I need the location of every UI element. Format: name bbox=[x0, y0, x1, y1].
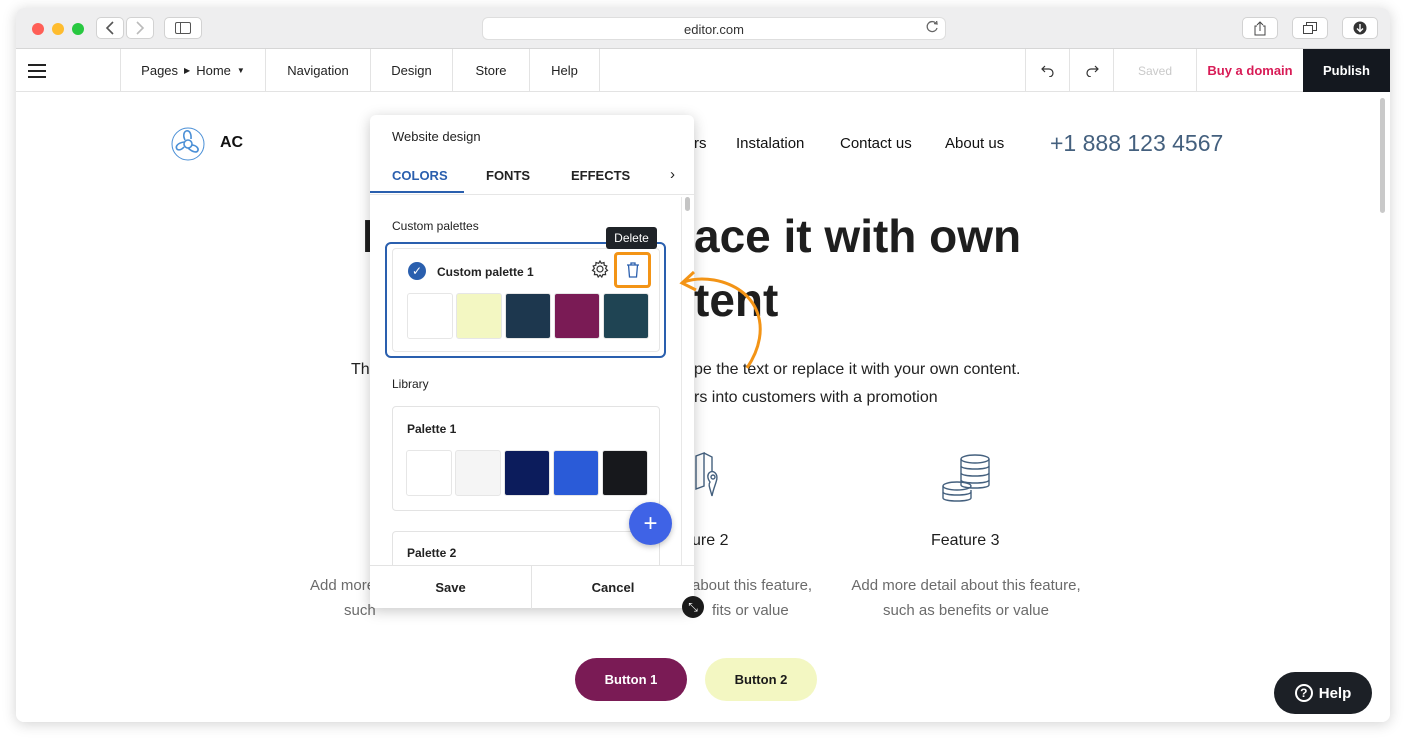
tab-colors[interactable]: COLORS bbox=[392, 168, 448, 183]
cancel-button[interactable]: Cancel bbox=[532, 566, 694, 609]
website-design-panel: Website design COLORS FONTS EFFECTS › Cu… bbox=[370, 115, 694, 609]
swatch bbox=[554, 293, 600, 339]
panel-footer: Save Cancel bbox=[370, 565, 694, 609]
feature-2-title: ure 2 bbox=[692, 532, 729, 549]
tab-fonts[interactable]: FONTS bbox=[486, 168, 530, 183]
add-palette-button[interactable]: + bbox=[629, 502, 672, 545]
sidebar-icon[interactable] bbox=[164, 17, 202, 39]
custom-palettes-heading: Custom palettes bbox=[392, 219, 479, 233]
reload-icon[interactable] bbox=[925, 20, 939, 37]
tabs-next-icon[interactable]: › bbox=[670, 166, 675, 183]
tab-navigation[interactable]: Navigation bbox=[266, 49, 371, 92]
swatch bbox=[504, 450, 550, 496]
browser-chrome: editor.com bbox=[16, 8, 1390, 49]
publish-button[interactable]: Publish bbox=[1303, 49, 1390, 92]
swatch bbox=[455, 450, 501, 496]
swatch bbox=[406, 450, 452, 496]
panel-scroll-track bbox=[681, 197, 682, 567]
buy-domain-button[interactable]: Buy a domain bbox=[1196, 49, 1303, 92]
swatch bbox=[407, 293, 453, 339]
breadcrumb-arrow-icon: ▶ bbox=[184, 66, 191, 75]
tab-design[interactable]: Design bbox=[371, 49, 453, 92]
panel-title: Website design bbox=[392, 129, 481, 144]
logo-icon[interactable] bbox=[168, 124, 208, 169]
url-text: editor.com bbox=[684, 22, 744, 37]
forward-icon[interactable] bbox=[126, 17, 154, 39]
palette-1-card[interactable]: Palette 1 bbox=[392, 406, 660, 511]
page-scrollbar[interactable] bbox=[1380, 98, 1385, 213]
minimize-window-button[interactable] bbox=[52, 23, 64, 35]
feature-3-desc-line2: such as benefits or value bbox=[883, 602, 1049, 619]
phone-number[interactable]: +1 888 123 4567 bbox=[1050, 130, 1223, 157]
button-2[interactable]: Button 2 bbox=[705, 658, 817, 701]
map-pin-icon bbox=[694, 451, 724, 505]
trash-icon bbox=[626, 262, 639, 278]
logo-text: AC bbox=[220, 134, 244, 151]
coins-icon bbox=[940, 454, 992, 509]
library-heading: Library bbox=[392, 377, 429, 391]
panel-scrollbar[interactable] bbox=[685, 197, 690, 211]
subtitle-left-fragment: Th bbox=[351, 361, 370, 378]
feature-1-desc-line1: Add more bbox=[310, 577, 376, 594]
pages-dropdown[interactable]: Pages ▶ Home ▼ bbox=[121, 49, 266, 92]
subtitle-line2: rs into customers with a promotion bbox=[694, 389, 938, 406]
gear-icon[interactable] bbox=[591, 259, 609, 283]
feature-2-desc-line2: fits or value bbox=[712, 602, 789, 619]
help-button-label: Help bbox=[1318, 684, 1352, 702]
swatch bbox=[456, 293, 502, 339]
palette-2-name: Palette 2 bbox=[407, 546, 457, 560]
swatch bbox=[505, 293, 551, 339]
nav-item-about[interactable]: About us bbox=[945, 135, 1004, 152]
palette-2-card[interactable]: Palette 2 bbox=[392, 531, 660, 565]
active-tab-indicator bbox=[370, 191, 464, 193]
annotation-arrow bbox=[679, 270, 762, 369]
swatch bbox=[603, 293, 649, 339]
feature-3-desc-line1: Add more detail about this feature, bbox=[851, 577, 1081, 594]
share-icon[interactable] bbox=[1242, 17, 1278, 39]
maximize-window-button[interactable] bbox=[72, 23, 84, 35]
swatch bbox=[602, 450, 648, 496]
current-page-label: Home bbox=[196, 63, 231, 78]
palette-1-name: Palette 1 bbox=[407, 422, 457, 436]
tab-effects[interactable]: EFFECTS bbox=[571, 168, 630, 183]
button-1[interactable]: Button 1 bbox=[575, 658, 687, 701]
download-icon[interactable] bbox=[1342, 17, 1378, 39]
delete-palette-button[interactable] bbox=[614, 252, 651, 288]
swatch bbox=[553, 450, 599, 496]
custom-palette-1-name: Custom palette 1 bbox=[437, 265, 534, 279]
tab-help[interactable]: Help bbox=[530, 49, 600, 92]
chevron-down-icon: ▼ bbox=[236, 66, 245, 75]
saved-status: Saved bbox=[1113, 49, 1196, 92]
check-icon: ✓ bbox=[408, 262, 426, 280]
tab-store[interactable]: Store bbox=[453, 49, 530, 92]
website-canvas: AC rs Instalation Contact us About us +1… bbox=[16, 92, 1390, 722]
resize-icon[interactable]: ⤡ bbox=[682, 596, 704, 618]
nav-item-partial[interactable]: rs bbox=[694, 135, 707, 152]
nav-item-instalation[interactable]: Instalation bbox=[736, 135, 804, 152]
feature-3-title: Feature 3 bbox=[931, 532, 1000, 549]
undo-icon[interactable] bbox=[1025, 49, 1069, 92]
help-button[interactable]: ? Help bbox=[1274, 672, 1372, 714]
editor-toolbar: Pages ▶ Home ▼ Navigation Design Store H… bbox=[16, 49, 1390, 92]
save-button[interactable]: Save bbox=[370, 566, 532, 609]
back-icon[interactable] bbox=[96, 17, 124, 39]
nav-item-contact[interactable]: Contact us bbox=[840, 135, 912, 152]
delete-tooltip: Delete bbox=[606, 227, 657, 249]
url-bar[interactable]: editor.com bbox=[482, 17, 946, 40]
close-window-button[interactable] bbox=[32, 23, 44, 35]
help-icon: ? bbox=[1294, 684, 1313, 702]
browser-window: editor.com Pages ▶ Home ▼ Navigation Des… bbox=[16, 8, 1390, 722]
pages-label: Pages bbox=[141, 63, 179, 78]
hamburger-icon[interactable] bbox=[16, 49, 121, 92]
redo-icon[interactable] bbox=[1069, 49, 1113, 92]
tabs-icon[interactable] bbox=[1292, 17, 1328, 39]
tabs-divider bbox=[370, 194, 694, 195]
feature-2-desc-line1: about this feature, bbox=[692, 577, 813, 594]
hero-title-line1: ace it with own bbox=[694, 210, 1022, 262]
plus-icon: + bbox=[643, 509, 658, 537]
